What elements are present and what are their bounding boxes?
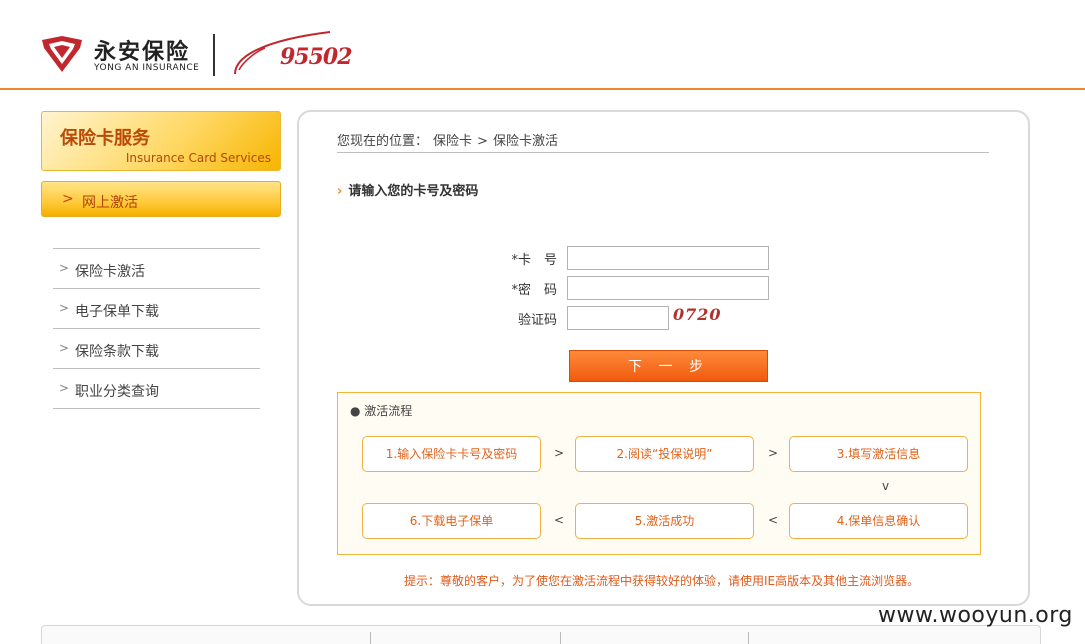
flow-arrow-left: < — [768, 513, 779, 527]
footer-divider — [748, 632, 749, 644]
sidebar-title: 保险卡服务 — [60, 128, 150, 149]
chevron-right-icon: > — [59, 341, 70, 355]
card-number-input[interactable] — [567, 246, 769, 270]
yongan-logo-icon[interactable] — [40, 34, 84, 74]
captcha-image[interactable]: 0720 — [673, 305, 722, 324]
sidebar-item-policy-download[interactable]: > 电子保单下载 — [53, 289, 260, 329]
footer-divider — [370, 632, 371, 644]
password-input[interactable] — [567, 276, 769, 300]
breadcrumb-separator: > — [477, 134, 488, 149]
flow-step-6: 6.下载电子保单 — [362, 503, 541, 539]
chevron-right-icon: > — [59, 301, 70, 315]
flow-arrow-left: < — [554, 513, 565, 527]
password-label: *密 码 — [511, 283, 557, 298]
sidebar-menu: > 保险卡激活 > 电子保单下载 > 保险条款下载 > 职业分类查询 — [53, 248, 260, 409]
footer-divider — [560, 632, 561, 644]
flow-step-4: 4.保单信息确认 — [789, 503, 968, 539]
browser-tip: 提示：尊敬的客户，为了使您在激活流程中获得较好的体验，请使用IE高版本及其他主流… — [404, 574, 920, 588]
sidebar-item-online-activation[interactable]: > 网上激活 — [41, 181, 281, 217]
flow-step-1: 1.输入保险卡卡号及密码 — [362, 436, 541, 472]
site-header: 永安保险 YONG AN INSURANCE 95502 — [0, 0, 1085, 90]
sidebar-item-label: 职业分类查询 — [75, 384, 159, 400]
sidebar-item-label: 保险卡激活 — [75, 264, 145, 280]
chevron-right-icon: > — [62, 191, 74, 207]
sidebar-subtitle: Insurance Card Services — [125, 151, 271, 165]
flow-title: ● 激活流程 — [350, 404, 413, 418]
flow-arrow-down: v — [882, 479, 890, 493]
sidebar-item-card-activation[interactable]: > 保险卡激活 — [53, 249, 260, 289]
sidebar-active-label: 网上激活 — [82, 195, 138, 211]
next-step-button[interactable]: 下 一 步 — [569, 350, 768, 382]
brand-divider — [213, 34, 215, 76]
chevron-right-icon: > — [59, 381, 70, 395]
brand-name: 永安保险 — [94, 40, 191, 65]
chevron-right-icon: › — [337, 184, 343, 199]
section-title-text: 请输入您的卡号及密码 — [348, 184, 479, 199]
sidebar-item-label: 保险条款下载 — [75, 344, 159, 360]
flow-step-2: 2.阅读“投保说明” — [575, 436, 754, 472]
breadcrumb-current: 保险卡激活 — [492, 134, 558, 149]
sidebar-item-occupation-query[interactable]: > 职业分类查询 — [53, 369, 260, 409]
captcha-input[interactable] — [567, 306, 669, 330]
breadcrumb-link-card[interactable]: 保险卡 — [433, 134, 472, 149]
card-number-label: *卡 号 — [511, 253, 557, 268]
section-title: › 请输入您的卡号及密码 — [337, 180, 478, 199]
flow-arrow-right: > — [768, 446, 779, 460]
brand-name-en: YONG AN INSURANCE — [94, 63, 200, 73]
chevron-right-icon: > — [59, 261, 70, 275]
captcha-label: 验证码 — [517, 313, 557, 328]
flow-arrow-right: > — [554, 446, 565, 460]
breadcrumb: 您现在的位置： 保险卡 > 保险卡激活 — [337, 130, 989, 153]
watermark: www.wooyun.org — [878, 603, 1073, 628]
hotline-number: 95502 — [280, 44, 353, 70]
flow-step-3: 3.填写激活信息 — [789, 436, 968, 472]
sidebar-header: 保险卡服务 Insurance Card Services — [41, 111, 281, 171]
breadcrumb-prefix: 您现在的位置： — [337, 134, 429, 149]
sidebar-item-label: 电子保单下载 — [75, 304, 159, 320]
flow-step-5: 5.激活成功 — [575, 503, 754, 539]
sidebar-item-terms-download[interactable]: > 保险条款下载 — [53, 329, 260, 369]
